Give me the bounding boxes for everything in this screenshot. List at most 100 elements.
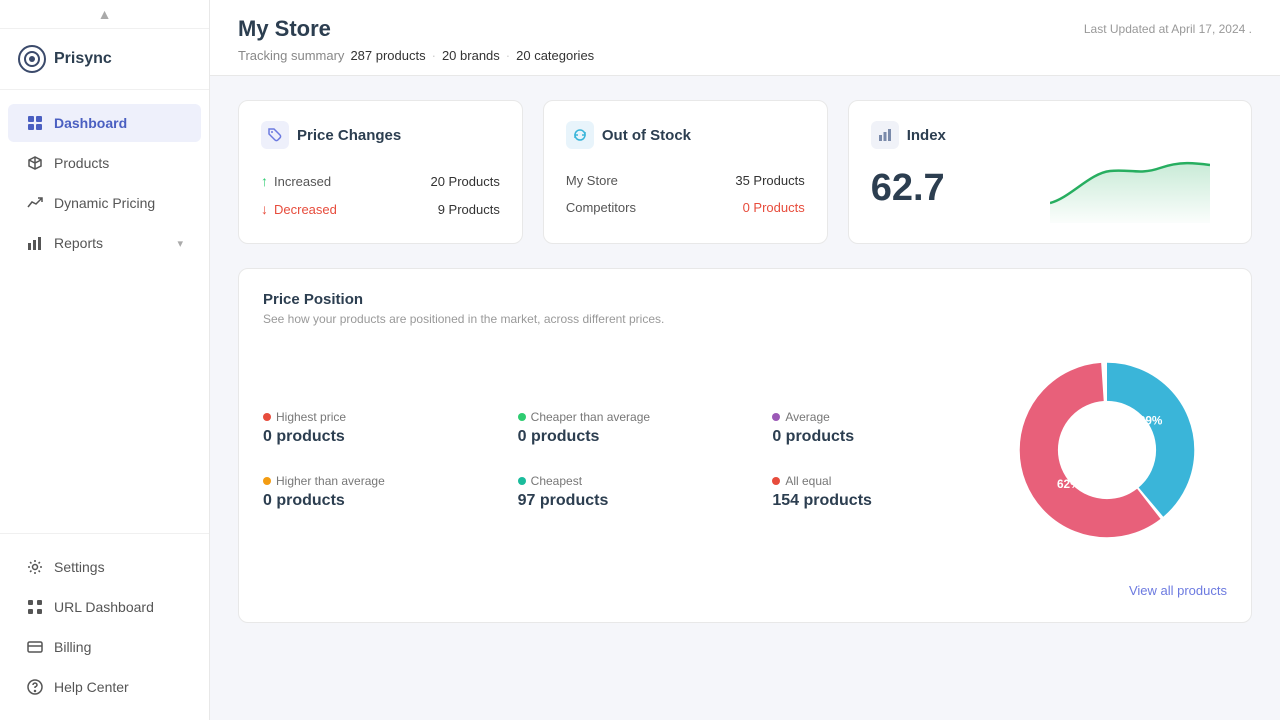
index-title: Index xyxy=(907,127,946,144)
average-value: 0 products xyxy=(772,428,1007,446)
logo-text: Prisync xyxy=(54,50,112,68)
highest-price-dot xyxy=(263,413,271,421)
highest-price-value: 0 products xyxy=(263,428,498,446)
categories-count: 20 categories xyxy=(516,48,594,63)
sidebar-item-dynamic-pricing-label: Dynamic Pricing xyxy=(54,195,155,211)
collapse-toggle[interactable]: ▲ xyxy=(0,0,209,29)
bar-chart-icon xyxy=(26,234,44,252)
out-of-stock-title: Out of Stock xyxy=(602,127,691,144)
index-left: Index 62.7 xyxy=(871,121,1050,223)
sidebar-item-billing-label: Billing xyxy=(54,639,91,655)
credit-card-icon xyxy=(26,638,44,656)
price-position-subtitle: See how your products are positioned in … xyxy=(263,312,1227,326)
collapse-button[interactable]: ▲ xyxy=(98,6,112,22)
cheaper-than-average-value: 0 products xyxy=(518,428,753,446)
help-circle-icon xyxy=(26,678,44,696)
increased-row: ↑ Increased 20 Products xyxy=(261,167,500,195)
last-updated: Last Updated at April 17, 2024 . xyxy=(1084,16,1252,36)
sidebar-item-settings[interactable]: Settings xyxy=(8,548,201,586)
sidebar-item-products[interactable]: Products xyxy=(8,144,201,182)
box-icon xyxy=(26,154,44,172)
store-info: My Store Tracking summary 287 products ·… xyxy=(238,16,594,63)
main-content: My Store Tracking summary 287 products ·… xyxy=(210,0,1280,720)
stat-average: Average 0 products xyxy=(772,410,1007,446)
tag-icon xyxy=(261,121,289,149)
price-changes-title: Price Changes xyxy=(297,127,401,144)
sidebar-bottom: Settings URL Dashboard Billing xyxy=(0,533,209,720)
my-store-label: My Store xyxy=(566,173,618,188)
price-position-content: Highest price 0 products Cheaper than av… xyxy=(263,350,1227,570)
price-changes-card: Price Changes ↑ Increased 20 Products ↓ … xyxy=(238,100,523,244)
donut-chart-container: 39% 62% xyxy=(1007,350,1227,570)
decreased-label: ↓ Decreased xyxy=(261,201,337,217)
index-sparkline-container xyxy=(1050,121,1229,223)
cheapest-value: 97 products xyxy=(518,492,753,510)
index-bar-icon xyxy=(871,121,899,149)
index-sparkline-svg xyxy=(1050,143,1210,223)
cheapest-label: Cheapest xyxy=(518,474,753,488)
decreased-value: 9 Products xyxy=(438,202,500,217)
sidebar-item-dynamic-pricing[interactable]: Dynamic Pricing xyxy=(8,184,201,222)
competitors-value: 0 Products xyxy=(743,200,805,215)
stat-highest-price: Highest price 0 products xyxy=(263,410,498,446)
price-position-card: Price Position See how your products are… xyxy=(238,268,1252,623)
products-count: 287 products xyxy=(350,48,425,63)
my-store-value: 35 Products xyxy=(735,173,804,188)
all-equal-dot xyxy=(772,477,780,485)
cheaper-than-average-label: Cheaper than average xyxy=(518,410,753,424)
sidebar-item-help-center-label: Help Center xyxy=(54,679,129,695)
store-title: My Store xyxy=(238,16,594,42)
index-value: 62.7 xyxy=(871,167,1050,210)
logo-icon xyxy=(18,45,46,73)
grid-icon xyxy=(26,114,44,132)
sidebar-item-billing[interactable]: Billing xyxy=(8,628,201,666)
price-changes-header: Price Changes xyxy=(261,121,500,149)
sidebar-item-help-center[interactable]: Help Center xyxy=(8,668,201,706)
sidebar-item-dashboard[interactable]: Dashboard xyxy=(8,104,201,142)
decreased-row: ↓ Decreased 9 Products xyxy=(261,195,500,223)
gear-icon xyxy=(26,558,44,576)
stat-all-equal: All equal 154 products xyxy=(772,474,1007,510)
tracking-summary: Tracking summary 287 products · 20 brand… xyxy=(238,48,594,63)
view-all-products-link[interactable]: View all products xyxy=(1129,583,1227,598)
sidebar-item-url-dashboard[interactable]: URL Dashboard xyxy=(8,588,201,626)
price-position-title: Price Position xyxy=(263,291,1227,308)
grid-small-icon xyxy=(26,598,44,616)
main-nav: Dashboard Products Dynamic Pricing xyxy=(0,90,209,533)
sidebar-item-reports[interactable]: Reports ▾ xyxy=(8,224,201,262)
my-store-row: My Store 35 Products xyxy=(566,167,805,194)
highest-price-label: Highest price xyxy=(263,410,498,424)
view-all-container: View all products xyxy=(263,582,1227,600)
average-dot xyxy=(772,413,780,421)
tracking-label: Tracking summary xyxy=(238,48,344,63)
summary-cards-row: Price Changes ↑ Increased 20 Products ↓ … xyxy=(238,100,1252,244)
donut-label-39: 39% xyxy=(1139,414,1163,428)
higher-than-average-label: Higher than average xyxy=(263,474,498,488)
increased-label: ↑ Increased xyxy=(261,173,331,189)
competitors-label: Competitors xyxy=(566,200,636,215)
donut-chart-svg: 39% 62% xyxy=(1007,350,1207,550)
increased-value: 20 Products xyxy=(430,174,499,189)
cheapest-dot xyxy=(518,477,526,485)
cheaper-avg-dot xyxy=(518,413,526,421)
sidebar: ▲ Prisync Dashboard xyxy=(0,0,210,720)
all-equal-value: 154 products xyxy=(772,492,1007,510)
higher-avg-dot xyxy=(263,477,271,485)
stat-cheaper-than-average: Cheaper than average 0 products xyxy=(518,410,753,446)
out-of-stock-header: Out of Stock xyxy=(566,121,805,149)
sidebar-item-dashboard-label: Dashboard xyxy=(54,115,127,131)
chevron-down-icon: ▾ xyxy=(177,237,183,250)
stat-cheapest: Cheapest 97 products xyxy=(518,474,753,510)
index-card: Index 62.7 xyxy=(848,100,1252,244)
out-of-stock-card: Out of Stock My Store 35 Products Compet… xyxy=(543,100,828,244)
sidebar-item-settings-label: Settings xyxy=(54,559,105,575)
refresh-icon xyxy=(566,121,594,149)
dashboard-content: Price Changes ↑ Increased 20 Products ↓ … xyxy=(210,76,1280,647)
donut-label-62: 62% xyxy=(1057,477,1081,491)
brands-count: 20 brands xyxy=(442,48,500,63)
sidebar-item-products-label: Products xyxy=(54,155,109,171)
price-position-stats: Highest price 0 products Cheaper than av… xyxy=(263,410,1007,510)
stat-higher-than-average: Higher than average 0 products xyxy=(263,474,498,510)
sidebar-logo: Prisync xyxy=(0,29,209,90)
higher-than-average-value: 0 products xyxy=(263,492,498,510)
